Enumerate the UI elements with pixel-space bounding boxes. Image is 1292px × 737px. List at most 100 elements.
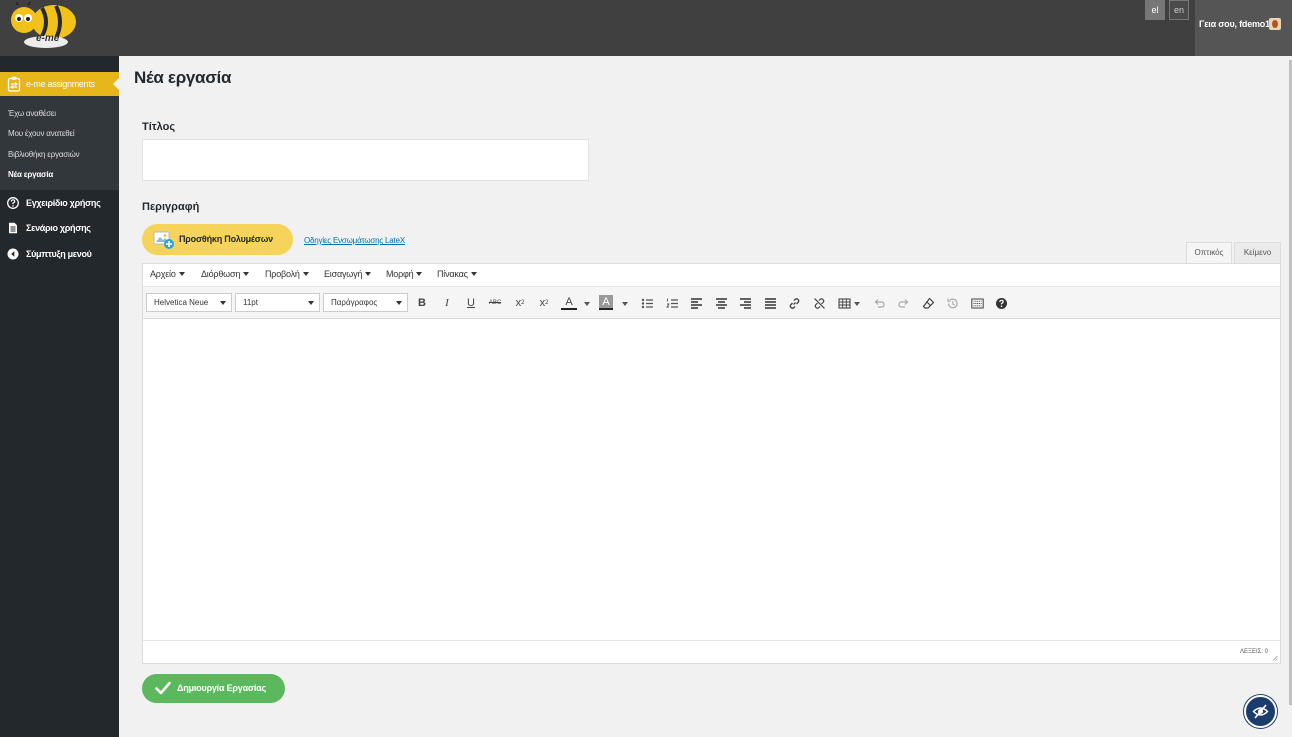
font-size-select[interactable]: 11pt xyxy=(235,293,320,312)
menu-file-label: Αρχείο xyxy=(150,269,176,279)
sidebar-item-scenario[interactable]: Σενάριο χρήσης xyxy=(0,217,119,239)
help-icon xyxy=(7,197,19,209)
submenu-item-assigned-to-me[interactable]: Μου έχουν ανατεθεί xyxy=(8,129,75,138)
font-family-value: Helvetica Neue xyxy=(154,298,209,307)
language-en-button[interactable]: en xyxy=(1169,0,1189,20)
user-greeting: Γεια σου, fdemo1 xyxy=(1199,19,1270,29)
title-label: Τίτλος xyxy=(142,121,176,133)
sidebar-item-collapse[interactable]: Σύμπτυξη μενού xyxy=(0,243,119,265)
chevron-down-icon xyxy=(302,272,309,276)
text-color-icon[interactable]: A xyxy=(561,295,577,310)
align-right-icon[interactable] xyxy=(737,295,753,311)
align-center-icon[interactable] xyxy=(713,295,729,311)
document-icon xyxy=(9,222,17,234)
chevron-down-icon xyxy=(178,272,185,276)
underline-icon[interactable]: U xyxy=(463,295,479,311)
font-size-value: 11pt xyxy=(243,298,258,307)
chevron-down-icon xyxy=(416,272,423,276)
avatar[interactable] xyxy=(1269,18,1281,30)
block-format-select[interactable]: Παράγραφος xyxy=(323,293,408,312)
subscript-icon[interactable]: x2 xyxy=(536,295,552,311)
editor-statusbar: ΛΕΞΕΙΣ: 0 xyxy=(143,640,1280,663)
create-assignment-button[interactable]: Δημιουργία Εργασίας xyxy=(142,674,285,703)
table-icon[interactable] xyxy=(836,295,852,311)
link-icon[interactable] xyxy=(786,295,802,311)
menu-edit[interactable]: Διόρθωση xyxy=(201,269,250,279)
clipboard-icon xyxy=(7,76,21,92)
toolbar-toggle-icon[interactable] xyxy=(969,295,985,311)
sidebar: e-me assignments Έχω αναθέσει Μου έχουν … xyxy=(0,56,119,737)
sidebar-item-assignments[interactable]: e-me assignments xyxy=(0,72,119,96)
sidebar-item-label: Σενάριο χρήσης xyxy=(26,223,91,233)
superscript-icon[interactable]: x2 xyxy=(512,295,528,311)
sidebar-item-manual[interactable]: Εγχειρίδιο χρήσης xyxy=(0,192,119,214)
user-menu[interactable]: Γεια σου, fdemo1 xyxy=(1195,0,1292,56)
chevron-down-icon[interactable] xyxy=(854,302,860,306)
clear-format-icon[interactable] xyxy=(920,295,936,311)
redo-icon[interactable] xyxy=(895,295,911,311)
language-el-button[interactable]: el xyxy=(1145,0,1165,20)
restore-draft-icon[interactable] xyxy=(944,295,960,311)
numbered-list-icon[interactable] xyxy=(664,295,680,311)
bullet-list-icon[interactable] xyxy=(639,295,655,311)
title-input[interactable] xyxy=(142,139,589,181)
word-count: ΛΕΞΕΙΣ: 0 xyxy=(1240,649,1268,655)
chevron-down-icon xyxy=(396,301,402,305)
sidebar-item-label: e-me assignments xyxy=(26,79,95,89)
chevron-down-icon xyxy=(220,301,226,305)
menu-table[interactable]: Πίνακας xyxy=(437,269,477,279)
font-family-select[interactable]: Helvetica Neue xyxy=(146,293,232,312)
submenu: Έχω αναθέσει Μου έχουν ανατεθεί Βιβλιοθή… xyxy=(0,96,119,190)
menu-file[interactable]: Αρχείο xyxy=(150,269,185,279)
align-justify-icon[interactable] xyxy=(762,295,778,311)
add-media-button[interactable]: Προσθήκη Πολυμέσων xyxy=(142,224,293,255)
tab-visual[interactable]: Οπτικός xyxy=(1186,242,1232,263)
menu-view-label: Προβολή xyxy=(265,269,300,279)
menu-format[interactable]: Μορφή xyxy=(386,269,423,279)
create-assignment-label: Δημιουργία Εργασίας xyxy=(177,683,266,693)
add-media-icon xyxy=(153,231,174,249)
collapse-icon xyxy=(7,248,19,260)
accessibility-toggle-button[interactable] xyxy=(1244,695,1277,728)
menu-edit-label: Διόρθωση xyxy=(201,269,241,279)
unlink-icon[interactable] xyxy=(811,295,827,311)
menu-insert[interactable]: Εισαγωγή xyxy=(324,269,372,279)
menu-table-label: Πίνακας xyxy=(437,269,468,279)
editor-content-area[interactable] xyxy=(143,319,1280,640)
rich-text-editor: Αρχείο Διόρθωση Προβολή Εισαγωγή Μορφή Π… xyxy=(142,263,1281,664)
chevron-down-icon xyxy=(470,272,477,276)
italic-icon[interactable]: I xyxy=(439,295,455,311)
editor-menubar: Αρχείο Διόρθωση Προβολή Εισαγωγή Μορφή Π… xyxy=(143,264,1280,286)
undo-icon[interactable] xyxy=(871,295,887,311)
chevron-down-icon[interactable] xyxy=(584,302,590,306)
page-title: Νέα εργασία xyxy=(134,68,232,87)
editor-toolbar: Helvetica Neue 11pt Παράγραφος B I U ABC… xyxy=(143,286,1280,319)
chevron-down-icon xyxy=(308,301,314,305)
background-color-icon[interactable]: A xyxy=(599,295,613,310)
e-me-logo[interactable]: e-me xyxy=(6,0,82,50)
menu-view[interactable]: Προβολή xyxy=(265,269,309,279)
add-media-label: Προσθήκη Πολυμέσων xyxy=(179,234,273,244)
submenu-item-new-assignment[interactable]: Νέα εργασία xyxy=(8,170,53,179)
submenu-item-assigned-by-me[interactable]: Έχω αναθέσει xyxy=(8,109,56,118)
description-label: Περιγραφή xyxy=(142,201,200,213)
block-format-value: Παράγραφος xyxy=(331,298,378,307)
eye-slash-icon xyxy=(1252,704,1269,719)
active-arrow xyxy=(113,78,119,90)
top-bar: e-me el en Γεια σου, fdemo1 xyxy=(0,0,1292,56)
chevron-down-icon xyxy=(365,272,372,276)
align-left-icon[interactable] xyxy=(688,295,704,311)
resize-handle-icon[interactable] xyxy=(1272,655,1278,661)
help-icon[interactable] xyxy=(993,295,1009,311)
bold-icon[interactable]: B xyxy=(414,295,430,311)
logo-text: e-me xyxy=(36,33,60,44)
strikethrough-icon[interactable]: ABC xyxy=(487,295,503,311)
submenu-item-library[interactable]: Βιβλιοθήκη εργασιών xyxy=(8,150,80,159)
latex-guide-link[interactable]: Οδηγίες Ενσωμάτωσης LateX xyxy=(304,236,405,245)
menu-format-label: Μορφή xyxy=(386,269,414,279)
chevron-down-icon xyxy=(243,272,250,276)
menu-insert-label: Εισαγωγή xyxy=(324,269,363,279)
sidebar-item-label: Σύμπτυξη μενού xyxy=(26,249,92,259)
chevron-down-icon[interactable] xyxy=(622,302,628,306)
tab-text[interactable]: Κείμενο xyxy=(1234,242,1281,263)
